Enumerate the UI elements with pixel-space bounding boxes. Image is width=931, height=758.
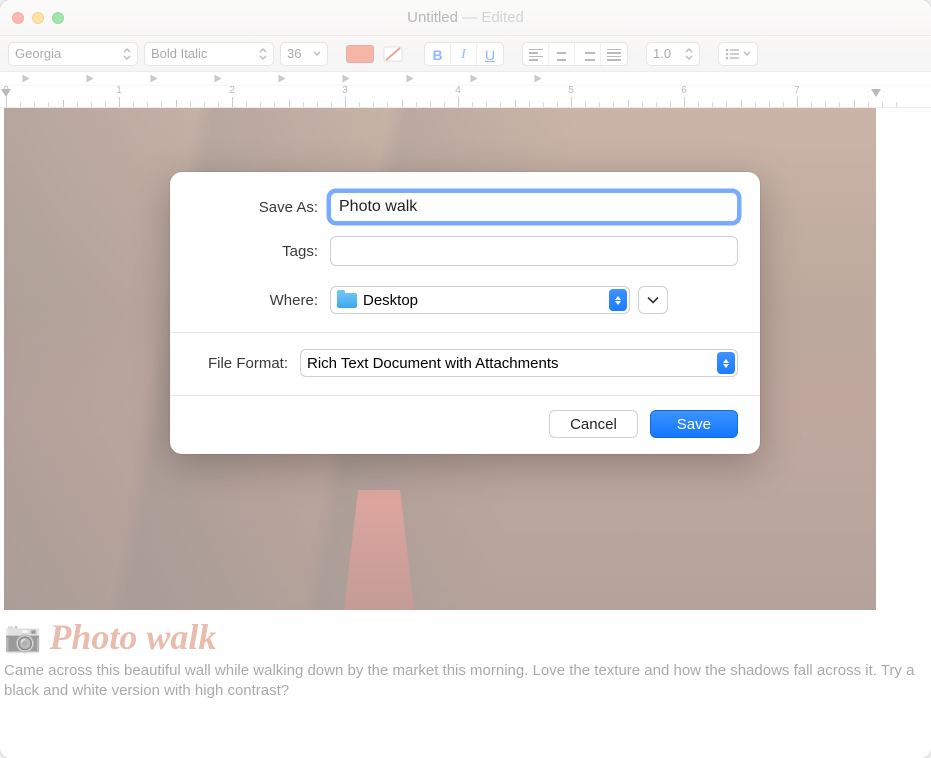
select-stepper-icon (717, 352, 735, 374)
textedit-window: Untitled — Edited Georgia Bold Italic 36… (0, 0, 931, 758)
where-select[interactable]: Desktop (330, 286, 630, 314)
select-stepper-icon (609, 289, 627, 311)
tags-label: Tags: (170, 243, 330, 260)
where-value: Desktop (363, 292, 418, 309)
file-format-select[interactable]: Rich Text Document with Attachments (300, 349, 738, 377)
save-as-label: Save As: (170, 199, 330, 216)
tags-input[interactable] (330, 236, 738, 266)
file-format-value: Rich Text Document with Attachments (307, 355, 559, 372)
file-format-label: File Format: (170, 355, 300, 372)
save-as-input[interactable] (330, 192, 738, 222)
where-label: Where: (170, 292, 330, 309)
folder-icon (337, 293, 357, 308)
expand-dialog-button[interactable] (638, 286, 668, 314)
cancel-button[interactable]: Cancel (549, 410, 638, 438)
chevron-down-icon (647, 296, 659, 304)
save-button[interactable]: Save (650, 410, 738, 438)
save-dialog: Save As: Tags: Where: Desktop (170, 172, 760, 454)
